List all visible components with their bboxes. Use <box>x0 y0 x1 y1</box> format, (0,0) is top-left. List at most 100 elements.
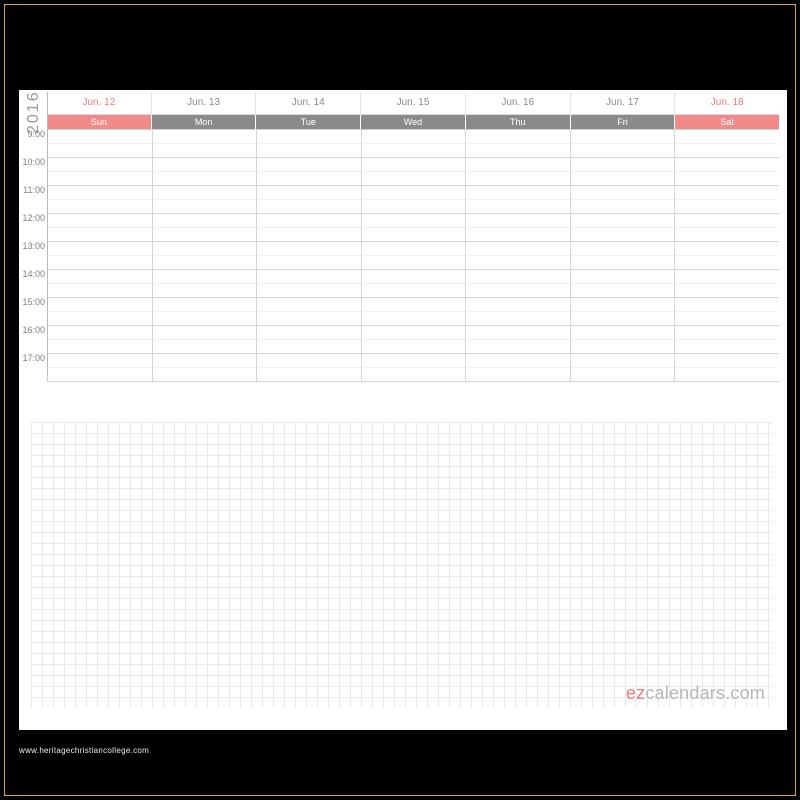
time-slot[interactable] <box>47 270 152 297</box>
time-slot[interactable] <box>674 298 779 325</box>
time-slot[interactable] <box>47 158 152 185</box>
date-header: Jun. 17 <box>570 92 675 114</box>
hour-label: 13:00 <box>21 241 45 251</box>
time-slot[interactable] <box>465 186 570 213</box>
time-slot[interactable] <box>47 186 152 213</box>
time-slot[interactable] <box>361 130 466 157</box>
time-slot[interactable] <box>361 158 466 185</box>
time-slot[interactable] <box>256 242 361 269</box>
time-slot[interactable] <box>256 326 361 353</box>
time-slot[interactable] <box>465 270 570 297</box>
hour-label: 10:00 <box>21 157 45 167</box>
hour-row: 13:00 <box>47 242 779 270</box>
time-slot[interactable] <box>674 242 779 269</box>
time-slot[interactable] <box>152 326 257 353</box>
time-slot[interactable] <box>152 242 257 269</box>
time-slot[interactable] <box>152 130 257 157</box>
hour-label: 14:00 <box>21 269 45 279</box>
date-header: Jun. 15 <box>360 92 465 114</box>
page: 2016 Jun. 12Jun. 13Jun. 14Jun. 15Jun. 16… <box>19 90 787 730</box>
date-header: Jun. 12 <box>47 92 151 114</box>
time-slot[interactable] <box>47 214 152 241</box>
time-slot[interactable] <box>465 326 570 353</box>
date-header-row: Jun. 12Jun. 13Jun. 14Jun. 15Jun. 16Jun. … <box>47 92 779 115</box>
time-slot[interactable] <box>256 214 361 241</box>
time-slot[interactable] <box>674 214 779 241</box>
time-slot[interactable] <box>465 298 570 325</box>
notes-grid <box>31 422 773 708</box>
time-slot[interactable] <box>47 354 152 381</box>
time-slot[interactable] <box>570 186 675 213</box>
time-slot[interactable] <box>152 214 257 241</box>
hour-label: 9:00 <box>21 129 45 139</box>
time-slot[interactable] <box>361 326 466 353</box>
time-slot[interactable] <box>465 158 570 185</box>
time-slot[interactable] <box>570 298 675 325</box>
time-slot[interactable] <box>361 354 466 381</box>
time-slot[interactable] <box>152 158 257 185</box>
hour-row: 12:00 <box>47 214 779 242</box>
time-slot[interactable] <box>674 130 779 157</box>
time-slot[interactable] <box>674 270 779 297</box>
time-slot[interactable] <box>570 214 675 241</box>
time-slot[interactable] <box>674 326 779 353</box>
time-slot[interactable] <box>361 242 466 269</box>
hour-label: 12:00 <box>21 213 45 223</box>
outer-frame: 2016 Jun. 12Jun. 13Jun. 14Jun. 15Jun. 16… <box>4 4 796 796</box>
schedule: Jun. 12Jun. 13Jun. 14Jun. 15Jun. 16Jun. … <box>47 92 779 382</box>
date-header: Jun. 16 <box>465 92 570 114</box>
date-header: Jun. 14 <box>255 92 360 114</box>
time-slot[interactable] <box>152 354 257 381</box>
hour-label: 11:00 <box>21 185 45 195</box>
time-slot[interactable] <box>465 354 570 381</box>
day-header: Tue <box>255 115 360 129</box>
time-slot[interactable] <box>256 354 361 381</box>
time-slot[interactable] <box>674 158 779 185</box>
day-header-row: SunMonTueWedThuFriSat <box>47 115 779 129</box>
time-slot[interactable] <box>570 270 675 297</box>
time-slot[interactable] <box>570 158 675 185</box>
day-header: Sun <box>47 115 151 129</box>
day-header: Sat <box>674 115 779 129</box>
date-header: Jun. 13 <box>151 92 256 114</box>
hour-row: 10:00 <box>47 158 779 186</box>
time-slot[interactable] <box>256 298 361 325</box>
brand-watermark: ezcalendars.com <box>626 683 765 704</box>
time-slot[interactable] <box>47 326 152 353</box>
time-slot[interactable] <box>570 130 675 157</box>
time-slot[interactable] <box>465 242 570 269</box>
time-slot[interactable] <box>47 242 152 269</box>
date-header: Jun. 18 <box>674 92 779 114</box>
time-slot[interactable] <box>674 354 779 381</box>
time-slot[interactable] <box>361 298 466 325</box>
time-slot[interactable] <box>361 214 466 241</box>
hour-row: 16:00 <box>47 326 779 354</box>
time-slot[interactable] <box>152 270 257 297</box>
hour-label: 16:00 <box>21 325 45 335</box>
time-slot[interactable] <box>256 186 361 213</box>
time-slot[interactable] <box>47 298 152 325</box>
time-slot[interactable] <box>361 186 466 213</box>
time-slot[interactable] <box>256 158 361 185</box>
hour-label: 17:00 <box>21 353 45 363</box>
time-slot[interactable] <box>465 214 570 241</box>
time-slot[interactable] <box>361 270 466 297</box>
time-slot[interactable] <box>47 130 152 157</box>
brand-accent: ez <box>626 683 645 703</box>
time-slot[interactable] <box>570 326 675 353</box>
time-slot[interactable] <box>570 354 675 381</box>
hour-row: 14:00 <box>47 270 779 298</box>
time-slot[interactable] <box>465 130 570 157</box>
time-slot[interactable] <box>152 298 257 325</box>
hour-label: 15:00 <box>21 297 45 307</box>
time-slot[interactable] <box>570 242 675 269</box>
hour-grid: 9:0010:0011:0012:0013:0014:0015:0016:001… <box>47 129 779 382</box>
time-slot[interactable] <box>256 130 361 157</box>
day-header: Thu <box>465 115 570 129</box>
time-slot[interactable] <box>256 270 361 297</box>
time-slot[interactable] <box>674 186 779 213</box>
day-header: Mon <box>151 115 256 129</box>
hour-row: 15:00 <box>47 298 779 326</box>
source-watermark: www.heritagechristiancollege.com <box>19 746 149 755</box>
time-slot[interactable] <box>152 186 257 213</box>
